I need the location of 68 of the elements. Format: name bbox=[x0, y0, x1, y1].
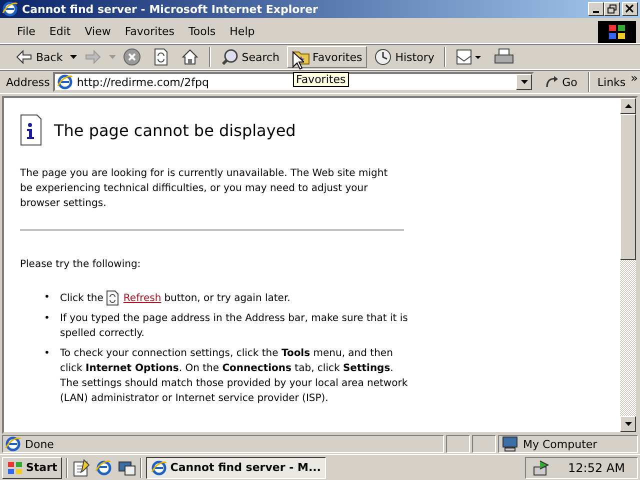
menu-item[interactable]: Edit bbox=[42, 23, 78, 40]
menu-item[interactable]: Tools bbox=[182, 23, 223, 40]
list-text: button, or try again later. bbox=[164, 292, 290, 306]
house-icon bbox=[180, 48, 199, 66]
mouse-pointer-icon bbox=[292, 51, 304, 70]
search-button[interactable]: Search bbox=[216, 45, 285, 69]
envelope-icon bbox=[456, 48, 482, 66]
refresh-icon bbox=[106, 290, 120, 306]
notepad-icon[interactable] bbox=[72, 458, 90, 476]
menu-item[interactable]: View bbox=[78, 23, 118, 40]
clock: 12:52 AM bbox=[568, 460, 625, 474]
close-button[interactable] bbox=[622, 2, 638, 16]
list-text: To check your connection settings, click the Tools menu, and then click Internet Options. On the Connections tab, click Settings. The settings should match those provided by your local area network (LAN) administrator or Internet service provider (ISP). bbox=[60, 347, 409, 406]
restore-button[interactable] bbox=[604, 2, 620, 16]
close-icon bbox=[625, 4, 635, 14]
back-button[interactable]: Back bbox=[10, 46, 68, 68]
windows-flag-icon bbox=[7, 460, 23, 474]
minimize-button[interactable] bbox=[588, 2, 604, 16]
start-button[interactable]: Start bbox=[2, 456, 62, 478]
go-arrow-icon bbox=[545, 75, 560, 89]
intro-paragraph: The page you are looking for is currently unavailable. The Web site might be experiencing technical difficulties, or you may need to adjust your browser settings. bbox=[20, 167, 389, 211]
printer-icon bbox=[494, 48, 514, 66]
caret-down-icon bbox=[520, 80, 528, 84]
more-links-button[interactable]: » bbox=[630, 71, 638, 85]
info-page-icon bbox=[20, 114, 42, 146]
tooltip: Favorites bbox=[293, 72, 349, 87]
scrollbar[interactable] bbox=[620, 98, 636, 432]
stop-icon bbox=[122, 48, 141, 66]
menu-item[interactable]: File bbox=[10, 23, 42, 40]
page-globe-icon bbox=[56, 74, 73, 90]
minimize-icon bbox=[593, 11, 599, 13]
status-panel bbox=[446, 435, 470, 453]
page-globe-icon bbox=[5, 436, 21, 452]
status-panel bbox=[472, 435, 496, 453]
refresh-link[interactable]: Refresh bbox=[123, 290, 162, 306]
dropdown-button[interactable] bbox=[516, 74, 532, 90]
list-text: Click the bbox=[60, 292, 104, 306]
list-text: If you typed the page address in the Address bar, make sure that it is spelled correctly. bbox=[60, 312, 409, 341]
instructions-label: Please try the following: bbox=[20, 258, 142, 272]
browser-logo-icon bbox=[2, 1, 18, 17]
window-title: Cannot find server - Microsoft Internet Explorer bbox=[22, 2, 319, 16]
bullet: • bbox=[44, 291, 51, 305]
links-button[interactable]: Links bbox=[593, 76, 628, 88]
scroll-down-icon[interactable] bbox=[624, 422, 632, 426]
history-button[interactable]: History bbox=[369, 45, 440, 69]
back-arrow-icon bbox=[15, 49, 33, 65]
address-label: Address bbox=[6, 76, 50, 88]
scroll-up-icon[interactable] bbox=[624, 104, 632, 108]
browser-logo-icon[interactable] bbox=[95, 458, 114, 476]
bullet: • bbox=[44, 347, 51, 361]
menu-item[interactable]: Help bbox=[222, 23, 262, 40]
page-heading: The page cannot be displayed bbox=[54, 122, 296, 138]
forward-arrow-icon bbox=[84, 49, 102, 65]
bullet: • bbox=[44, 312, 51, 326]
browser-logo-icon bbox=[151, 460, 168, 476]
refresh-icon bbox=[152, 48, 169, 66]
clock-icon bbox=[374, 48, 392, 66]
desktop-icon[interactable] bbox=[118, 458, 136, 476]
windows-logo-icon bbox=[598, 20, 636, 42]
dropdown-caret-icon[interactable] bbox=[70, 54, 77, 60]
go-button[interactable]: Go bbox=[537, 75, 586, 89]
status-text: Done bbox=[25, 438, 54, 450]
computer-icon bbox=[501, 436, 519, 452]
taskbar-window-button[interactable]: Cannot find server - M... bbox=[146, 456, 326, 478]
menu-item[interactable]: Favorites bbox=[118, 23, 182, 40]
search-icon bbox=[220, 48, 239, 66]
restore-icon bbox=[607, 4, 617, 14]
security-zone: My Computer bbox=[523, 438, 598, 450]
